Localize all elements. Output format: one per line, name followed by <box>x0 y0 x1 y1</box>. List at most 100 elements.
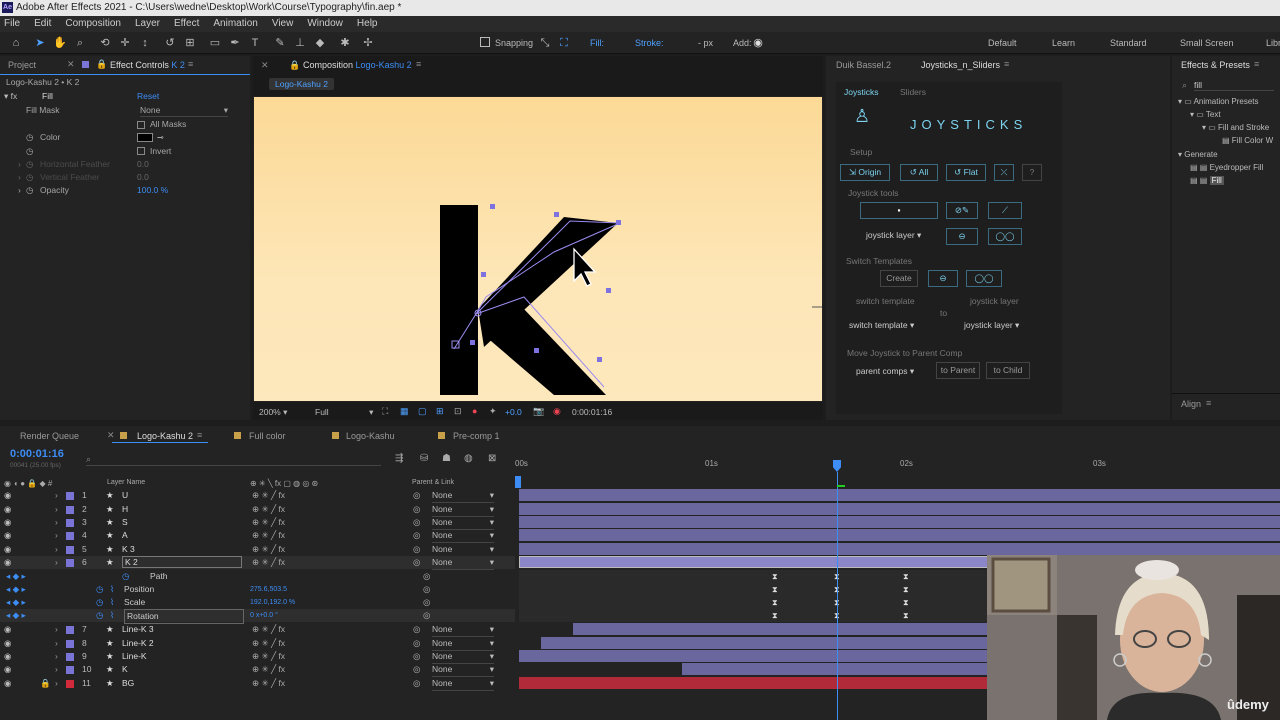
region-of-interest-icon[interactable]: ⛶ <box>382 406 388 417</box>
label-color-swatch[interactable] <box>66 653 74 661</box>
track-bar-k3[interactable] <box>519 543 1280 555</box>
snap-align-icon[interactable]: ⛶ <box>557 36 571 50</box>
layer-name[interactable]: K 2 <box>122 556 242 568</box>
clone-stamp-tool-icon[interactable]: ⊥ <box>293 36 307 50</box>
snapshot-icon[interactable]: 📷 <box>533 406 544 417</box>
lock-icon[interactable]: 🔒 <box>289 60 300 71</box>
close-icon[interactable]: ✕ <box>107 430 115 441</box>
draft-3d-icon[interactable]: ⛁ <box>420 453 428 464</box>
expand-icon[interactable]: › <box>18 158 21 171</box>
all-button[interactable]: ↺ All <box>900 164 938 181</box>
track-bar-h[interactable] <box>519 503 1280 515</box>
workspace-learn[interactable]: Learn <box>1052 37 1075 49</box>
parent-dropdown[interactable]: None ▾ <box>432 543 494 557</box>
property-value[interactable]: 192.0,192.0 % <box>250 596 295 609</box>
add-property-icon[interactable]: ◉ <box>751 36 765 50</box>
flip-icon[interactable]: ⤫ <box>994 164 1014 181</box>
to-child-button[interactable]: to Child <box>986 362 1030 379</box>
pickwhip-icon[interactable]: ◎ <box>413 543 420 556</box>
stopwatch-icon[interactable]: ◷ <box>26 184 33 197</box>
stopwatch-icon[interactable]: ◷ <box>96 609 103 622</box>
comp-viewer[interactable] <box>253 96 823 402</box>
link-edit-icon[interactable]: ⊘✎ <box>946 202 978 219</box>
panel-menu-icon[interactable]: ≡ <box>1004 59 1009 69</box>
effects-search-input[interactable]: fill <box>1194 80 1274 91</box>
time-ruler[interactable]: 00s 01s 02s 03s <box>515 454 1280 474</box>
keyframe[interactable]: ⧗ <box>903 573 909 581</box>
layer-row[interactable]: ◉ › 1 ★ U ⊕ ✳ ╱ fx ◎ None ▾ <box>0 489 515 503</box>
layer-row[interactable]: ◉ › 7 ★ Line-K 3 ⊕ ✳ ╱ fx ◎ None ▾ <box>0 623 515 637</box>
stopwatch-icon[interactable]: ◷ <box>96 583 103 596</box>
menu-composition[interactable]: Composition <box>65 16 121 32</box>
pickwhip-icon[interactable]: ◎ <box>413 623 420 636</box>
label-color-swatch[interactable] <box>66 506 74 514</box>
layer-row[interactable]: ◉ › 5 ★ K 3 ⊕ ✳ ╱ fx ◎ None ▾ <box>0 543 515 557</box>
tab-effects-presets[interactable]: Effects & Presets <box>1181 59 1250 71</box>
eye-icon[interactable]: ◉ <box>4 650 11 663</box>
pickwhip-icon[interactable]: ◎ <box>413 650 420 663</box>
parent-dropdown[interactable]: None ▾ <box>432 529 494 543</box>
expand-icon[interactable]: › <box>55 677 58 690</box>
label-color-swatch[interactable] <box>66 640 74 648</box>
tab-full-color[interactable]: Full color <box>249 430 286 442</box>
tab-effect-controls[interactable]: Effect Controls K 2 <box>110 59 185 71</box>
tab-logo-kashu[interactable]: Logo-Kashu <box>346 430 395 442</box>
pickwhip-icon[interactable]: ◎ <box>423 609 430 622</box>
work-area-start[interactable] <box>515 476 521 488</box>
menu-effect[interactable]: Effect <box>174 16 199 32</box>
expand-icon[interactable]: › <box>55 650 58 663</box>
timeline-search-input[interactable]: ⌕ <box>86 454 381 466</box>
layer-switches-icons[interactable]: ⊕ ✳ ╱ fx <box>252 637 285 650</box>
subtab-sliders[interactable]: Sliders <box>900 87 926 97</box>
menu-file[interactable]: File <box>4 16 20 32</box>
parent-comps-dropdown[interactable]: parent comps ▾ <box>856 366 914 377</box>
tab-pre-comp-1[interactable]: Pre-comp 1 <box>453 430 500 442</box>
expand-icon[interactable]: › <box>55 503 58 516</box>
fx-toggle-icon[interactable]: ▾ fx <box>4 90 17 103</box>
eye-icon[interactable]: ◉ <box>4 503 11 516</box>
keyframe-nav-icon[interactable]: ◂ ◆ ▸ <box>6 570 26 583</box>
to-parent-button[interactable]: to Parent <box>936 362 980 379</box>
parent-dropdown[interactable]: None ▾ <box>432 556 494 570</box>
layer-row[interactable]: ◉ › 6 ★ K 2 ⊕ ✳ ╱ fx ◎ None ▾ <box>0 556 515 570</box>
tree-animation-presets[interactable]: ▾ ▭ Animation Presets <box>1178 97 1259 106</box>
pan-tool-icon[interactable]: ✛ <box>118 36 132 50</box>
stopwatch-icon[interactable]: ◷ <box>26 158 33 171</box>
zoom-tool-icon[interactable]: ⌕ <box>73 36 87 50</box>
layer-name[interactable]: U <box>122 489 128 502</box>
graph-icon[interactable]: ⌇ <box>110 609 114 622</box>
layer-name[interactable]: A <box>122 529 128 542</box>
layer-name[interactable]: H <box>122 503 128 516</box>
label-color-swatch[interactable] <box>66 666 74 674</box>
workspace-default[interactable]: Default <box>988 37 1017 49</box>
graph-icon[interactable]: ⌇ <box>110 583 114 596</box>
track-bar-u[interactable] <box>519 489 1280 501</box>
eye-icon[interactable]: ◉ <box>4 529 11 542</box>
property-row-rotation[interactable]: ◂ ◆ ▸ ◷ ⌇ Rotation 0 x+0.0 ° ◎ <box>0 609 515 624</box>
layer-row[interactable]: ◉ 🔒 › 11 ★ BG ⊕ ✳ ╱ fx ◎ None ▾ <box>0 677 515 691</box>
keyframe[interactable]: ⧗ <box>903 612 909 620</box>
tab-project[interactable]: Project <box>8 59 36 71</box>
rectangle-tool-icon[interactable]: ▭ <box>208 36 222 50</box>
layer-switches-icons[interactable]: ⊕ ✳ ╱ fx <box>252 489 285 502</box>
layer-name[interactable]: K 3 <box>122 543 135 556</box>
unlink-icon[interactable]: ◯◯ <box>988 228 1022 245</box>
grid-icon[interactable]: ⊡ <box>454 406 462 417</box>
tab-duik[interactable]: Duik Bassel.2 <box>836 59 891 71</box>
layer-row[interactable]: ◉ › 3 ★ S ⊕ ✳ ╱ fx ◎ None ▾ <box>0 516 515 530</box>
pickwhip-icon[interactable]: ◎ <box>413 663 420 676</box>
panel-menu-icon[interactable]: ≡ <box>197 430 202 440</box>
track-bar-a[interactable] <box>519 529 1280 541</box>
lock-toggle-icon[interactable]: 🔒 <box>40 677 51 690</box>
lock-icon[interactable]: 🔒 <box>96 59 107 70</box>
eye-icon[interactable]: ◉ <box>4 516 11 529</box>
stopwatch-icon[interactable]: ◷ <box>122 570 129 583</box>
joystick-box-button[interactable]: ▪ <box>860 202 938 219</box>
pickwhip-icon[interactable]: ◎ <box>413 503 420 516</box>
color-management-icon[interactable]: ✦ <box>489 406 497 417</box>
keyframe-nav-icon[interactable]: ◂ ◆ ▸ <box>6 583 26 596</box>
brush-tool-icon[interactable]: ✎ <box>273 36 287 50</box>
label-color-swatch[interactable] <box>66 519 74 527</box>
reset-button[interactable]: Reset <box>137 90 159 103</box>
horizontal-feather-value[interactable]: 0.0 <box>137 158 149 171</box>
